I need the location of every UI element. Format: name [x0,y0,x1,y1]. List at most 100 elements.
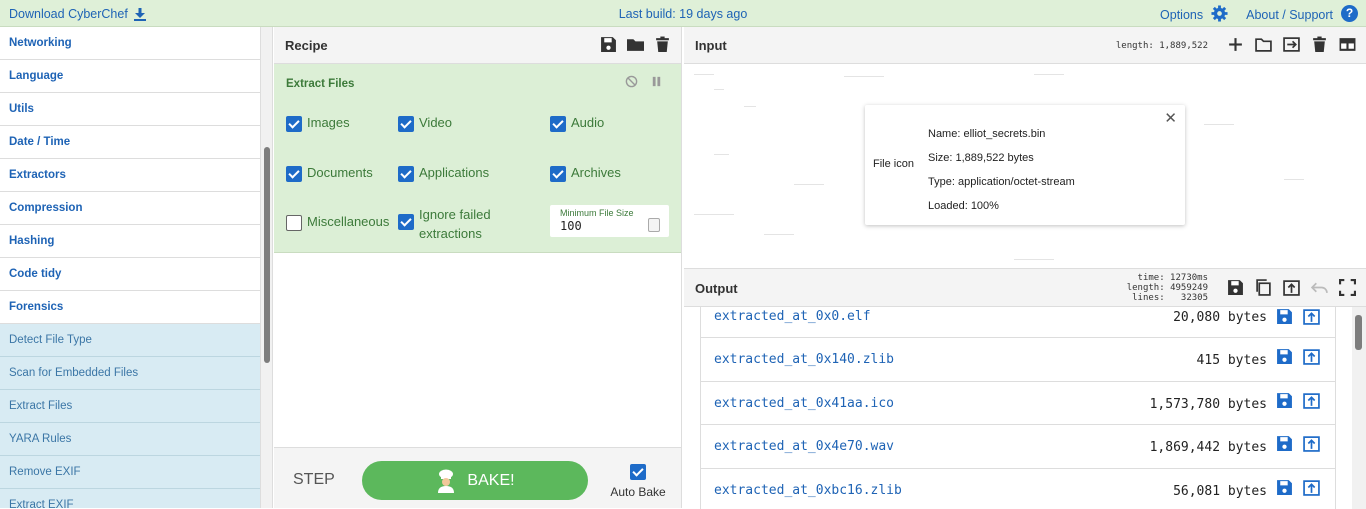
file-link[interactable]: extracted_at_0x4e70.wav [714,439,894,454]
checkbox[interactable] [398,166,414,182]
trash-icon[interactable] [654,36,671,53]
close-icon[interactable]: ✕ [1164,109,1177,127]
layout-icon[interactable] [1339,36,1356,53]
trash-icon[interactable] [1311,36,1328,53]
category-forensics[interactable]: Forensics [0,291,260,324]
category-hashing[interactable]: Hashing [0,225,260,258]
input-length: length: 1,889,522 [1116,41,1208,51]
op-extract-exif[interactable]: Extract EXIF [0,489,260,508]
gear-icon[interactable] [1211,5,1228,22]
output-scrollbar[interactable] [1352,307,1366,509]
output-stats: time: 12730ms length: 4959249 lines: 323… [1127,273,1208,303]
open-in-input-icon[interactable] [1303,479,1320,496]
input-pane: Input length: 1,889,522 [684,27,1366,268]
file-link[interactable]: extracted_at_0x41aa.ico [714,396,894,411]
category-date-time[interactable]: Date / Time [0,126,260,159]
checkbox[interactable] [286,116,302,132]
min-size-value[interactable]: 100 [560,219,582,233]
file-size: 20,080 bytes [1173,310,1267,325]
save-icon[interactable] [1276,308,1293,325]
option-miscellaneous[interactable]: Miscellaneous [286,214,389,231]
option-video[interactable]: Video [398,115,452,132]
checkbox[interactable] [550,116,566,132]
op-extract-files[interactable]: Extract Files [0,390,260,423]
options-link[interactable]: Options [1160,8,1203,22]
input-text-area[interactable]: File icon Name: elliot_secrets.bin Size:… [684,64,1366,268]
file-row: extracted_at_0x4e70.wav 1,869,442 bytes [700,425,1336,469]
auto-bake-label: Auto Bake [610,485,665,499]
open-in-input-icon[interactable] [1303,392,1320,409]
maximise-icon[interactable] [1339,279,1356,296]
checkbox[interactable] [398,116,414,132]
open-file-icon[interactable] [1283,36,1300,53]
number-stepper[interactable] [648,218,660,232]
plus-icon[interactable] [1227,36,1244,53]
minimum-file-size-input[interactable]: Minimum File Size 100 [550,205,669,237]
op-remove-exif[interactable]: Remove EXIF [0,456,260,489]
bake-label: BAKE! [467,472,514,490]
file-size: 415 bytes [1197,353,1267,368]
save-icon[interactable] [1276,479,1293,496]
pause-icon[interactable] [650,75,663,88]
open-in-input-icon[interactable] [1303,348,1320,365]
file-link[interactable]: extracted_at_0x140.zlib [714,352,894,367]
disable-icon[interactable] [625,75,638,88]
undo-icon[interactable] [1311,279,1328,296]
option-ignore-failed[interactable]: Ignore failed extractions [398,205,518,243]
file-type: Type: application/octet-stream [928,170,1075,194]
checkbox[interactable] [286,215,302,231]
replace-input-icon[interactable] [1283,279,1300,296]
op-detect-file-type[interactable]: Detect File Type [0,324,260,357]
checkbox[interactable] [398,214,414,230]
category-code-tidy[interactable]: Code tidy [0,258,260,291]
save-icon[interactable] [1276,348,1293,365]
step-button[interactable]: STEP [293,471,335,489]
file-row: extracted_at_0x140.zlib 415 bytes [700,338,1336,382]
category-extractors[interactable]: Extractors [0,159,260,192]
bake-button[interactable]: BAKE! [362,461,588,500]
help-icon[interactable]: ? [1341,5,1358,22]
about-support-link[interactable]: About / Support [1246,8,1333,22]
option-archives[interactable]: Archives [550,165,621,182]
output-header: Output time: 12730ms length: 4959249 lin… [684,269,1366,307]
scrollbar-thumb[interactable] [1355,315,1362,350]
option-documents[interactable]: Documents [286,165,373,182]
recipe-pane: Recipe Extract Files Images [274,27,682,508]
category-language[interactable]: Language [0,60,260,93]
file-loaded: Loaded: 100% [928,194,1075,218]
save-icon[interactable] [600,36,617,53]
scrollbar-thumb[interactable] [264,147,270,363]
category-utils[interactable]: Utils [0,93,260,126]
checkbox[interactable] [286,166,302,182]
open-folder-icon[interactable] [1255,36,1272,53]
file-link[interactable]: extracted_at_0x0.elf [714,309,871,324]
file-name: Name: elliot_secrets.bin [928,122,1075,146]
save-icon[interactable] [1227,279,1244,296]
folder-icon[interactable] [627,36,644,53]
open-in-input-icon[interactable] [1303,435,1320,452]
output-title: Output [695,281,738,296]
category-networking[interactable]: Networking [0,27,260,60]
save-icon[interactable] [1276,435,1293,452]
download-link[interactable]: Download CyberChef [9,7,146,21]
option-images[interactable]: Images [286,115,350,132]
checkbox[interactable] [550,166,566,182]
option-label: Ignore failed extractions [419,205,518,243]
open-in-input-icon[interactable] [1303,308,1320,325]
category-compression[interactable]: Compression [0,192,260,225]
file-row: extracted_at_0x0.elf 20,080 bytes [700,307,1336,338]
auto-bake-toggle[interactable]: Auto Bake [610,464,666,499]
op-scan-embedded-files[interactable]: Scan for Embedded Files [0,357,260,390]
checkbox[interactable] [630,464,646,480]
output-pane: Output time: 12730ms length: 4959249 lin… [684,268,1366,508]
option-audio[interactable]: Audio [550,115,604,132]
input-header: Input length: 1,889,522 [684,27,1366,64]
operations-scrollbar[interactable] [260,27,273,508]
file-link[interactable]: extracted_at_0xbc16.zlib [714,483,902,498]
save-icon[interactable] [1276,392,1293,409]
chef-icon [435,469,457,493]
copy-icon[interactable] [1255,279,1272,296]
file-size: 1,869,442 bytes [1150,440,1267,455]
option-applications[interactable]: Applications [398,165,489,182]
op-yara-rules[interactable]: YARA Rules [0,423,260,456]
